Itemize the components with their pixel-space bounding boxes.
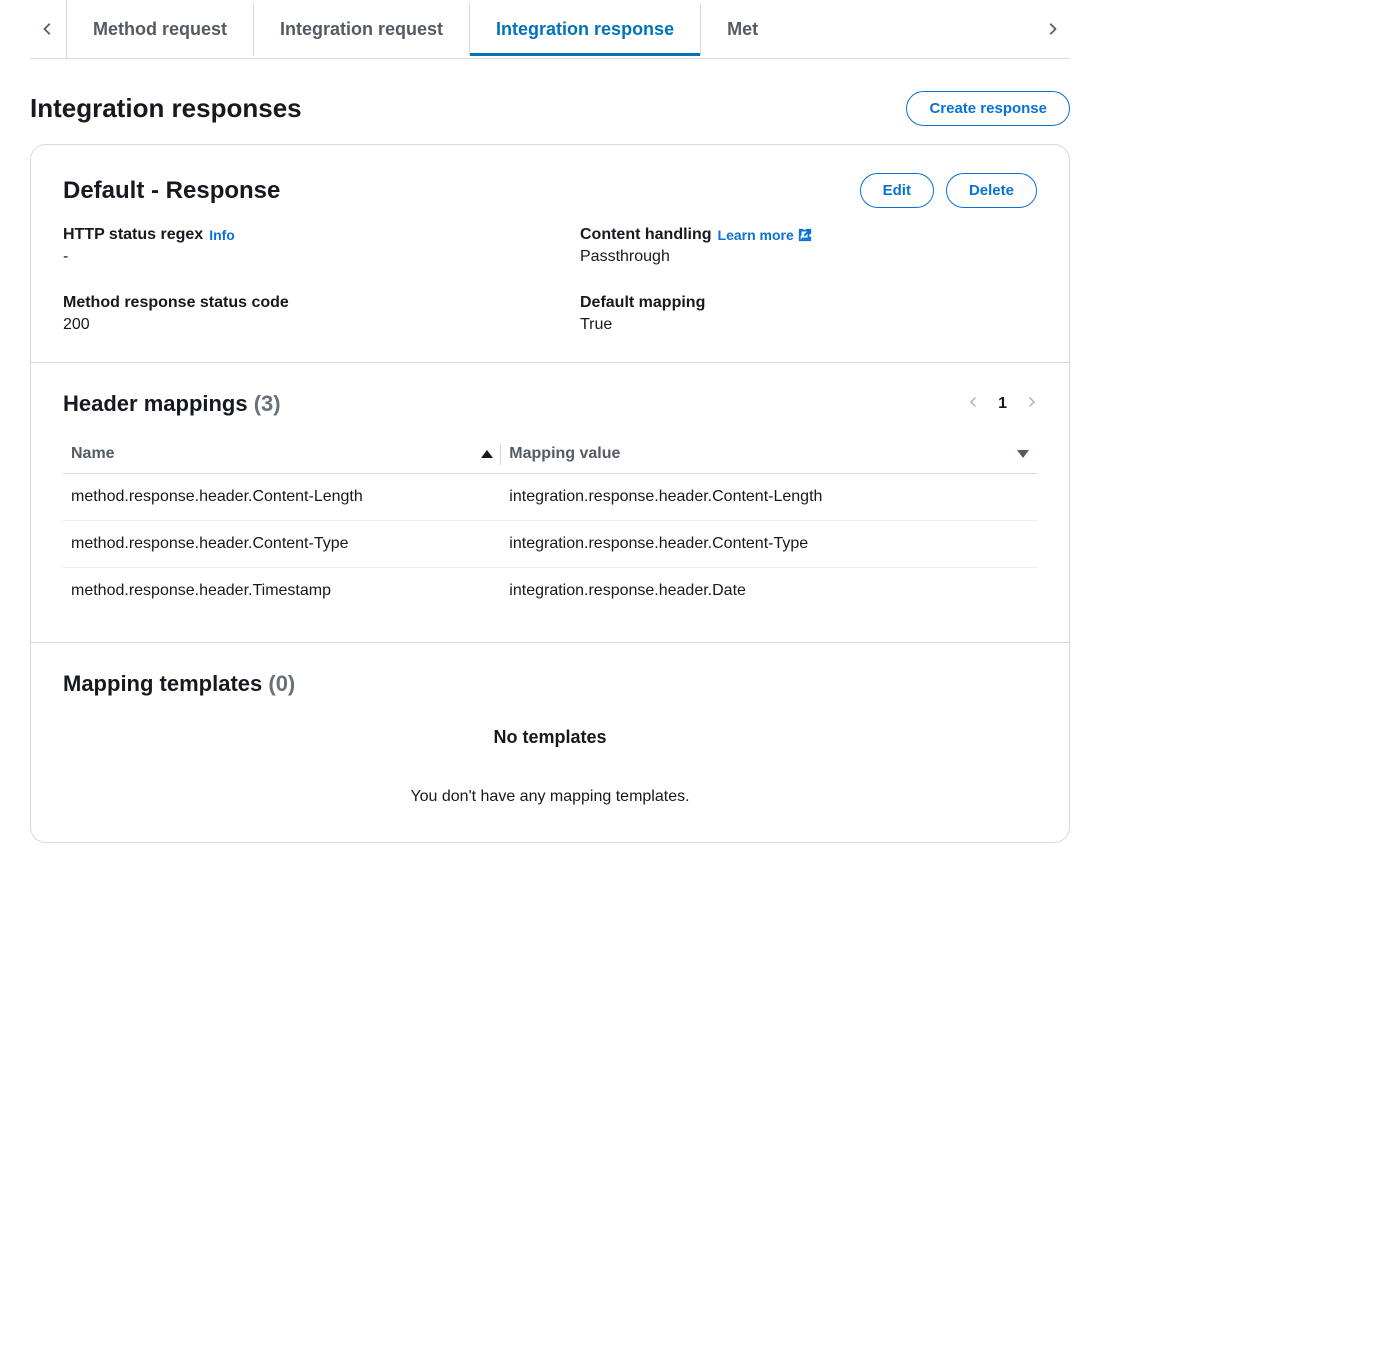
tabs-list: Method request Integration request Integ… bbox=[67, 3, 1034, 56]
external-link-icon bbox=[798, 228, 812, 242]
value-text: Passthrough bbox=[580, 248, 1037, 266]
value-text: - bbox=[63, 248, 520, 266]
page-next[interactable] bbox=[1025, 395, 1037, 413]
sort-ascending-icon bbox=[481, 450, 493, 458]
tab-method-response-truncated[interactable]: Met bbox=[700, 3, 784, 56]
label-text: Method response status code bbox=[63, 294, 289, 312]
tabs-scroll-left[interactable] bbox=[30, 0, 66, 58]
title-count: (0) bbox=[268, 671, 295, 696]
column-header-mapping-value[interactable]: Mapping value bbox=[501, 435, 1037, 474]
cell-value: integration.response.header.Content-Leng… bbox=[501, 474, 1037, 521]
empty-message: You don't have any mapping templates. bbox=[63, 788, 1037, 806]
column-header-name[interactable]: Name bbox=[63, 435, 501, 474]
link-text: Learn more bbox=[718, 227, 794, 243]
info-link[interactable]: Info bbox=[209, 227, 235, 243]
chevron-left-icon bbox=[968, 396, 980, 408]
chevron-right-icon bbox=[1025, 396, 1037, 408]
chevron-right-icon bbox=[1045, 22, 1059, 36]
title-count: (3) bbox=[254, 391, 281, 416]
tab-integration-response[interactable]: Integration response bbox=[469, 3, 700, 56]
label-text: HTTP status regex bbox=[63, 226, 203, 244]
cell-name: method.response.header.Content-Type bbox=[63, 521, 501, 568]
header-mappings-table: Name Mapping value bbox=[63, 435, 1037, 614]
page-prev[interactable] bbox=[968, 395, 980, 413]
cell-value: integration.response.header.Content-Type bbox=[501, 521, 1037, 568]
cell-name: method.response.header.Timestamp bbox=[63, 568, 501, 615]
empty-state: No templates You don't have any mapping … bbox=[63, 697, 1037, 814]
label-text: Content handling bbox=[580, 226, 712, 244]
tabs-scroll-right[interactable] bbox=[1034, 0, 1070, 58]
th-label: Mapping value bbox=[509, 445, 620, 463]
title-text: Header mappings bbox=[63, 391, 248, 416]
page-number: 1 bbox=[998, 395, 1007, 413]
value-text: True bbox=[580, 316, 1037, 334]
table-row: method.response.header.Content-Length in… bbox=[63, 474, 1037, 521]
response-title: Default - Response bbox=[63, 177, 280, 205]
field-method-response-status: Method response status code 200 bbox=[63, 294, 520, 334]
field-content-handling: Content handling Learn more bbox=[580, 226, 1037, 266]
label-text: Default mapping bbox=[580, 294, 705, 312]
th-label: Name bbox=[71, 445, 115, 463]
learn-more-link[interactable]: Learn more bbox=[718, 227, 812, 243]
page-title: Integration responses bbox=[30, 93, 302, 124]
table-row: method.response.header.Timestamp integra… bbox=[63, 568, 1037, 615]
delete-button[interactable]: Delete bbox=[946, 173, 1037, 208]
edit-button[interactable]: Edit bbox=[860, 173, 934, 208]
table-row: method.response.header.Content-Type inte… bbox=[63, 521, 1037, 568]
response-card: Default - Response Edit Delete HTTP stat… bbox=[30, 144, 1070, 843]
cell-value: integration.response.header.Date bbox=[501, 568, 1037, 615]
title-text: Mapping templates bbox=[63, 671, 262, 696]
field-http-status-regex: HTTP status regex Info - bbox=[63, 226, 520, 266]
empty-title: No templates bbox=[63, 727, 1037, 748]
pagination: 1 bbox=[968, 395, 1037, 413]
cell-name: method.response.header.Content-Length bbox=[63, 474, 501, 521]
header-mappings-title: Header mappings (3) bbox=[63, 391, 281, 417]
mapping-templates-title: Mapping templates (0) bbox=[63, 671, 1037, 697]
value-text: 200 bbox=[63, 316, 520, 334]
chevron-left-icon bbox=[41, 22, 55, 36]
tabs-bar: Method request Integration request Integ… bbox=[30, 0, 1070, 59]
field-default-mapping: Default mapping True bbox=[580, 294, 1037, 334]
tab-integration-request[interactable]: Integration request bbox=[253, 3, 469, 56]
sort-none-icon bbox=[1017, 448, 1029, 460]
tab-method-request[interactable]: Method request bbox=[67, 3, 253, 56]
create-response-button[interactable]: Create response bbox=[906, 91, 1070, 126]
